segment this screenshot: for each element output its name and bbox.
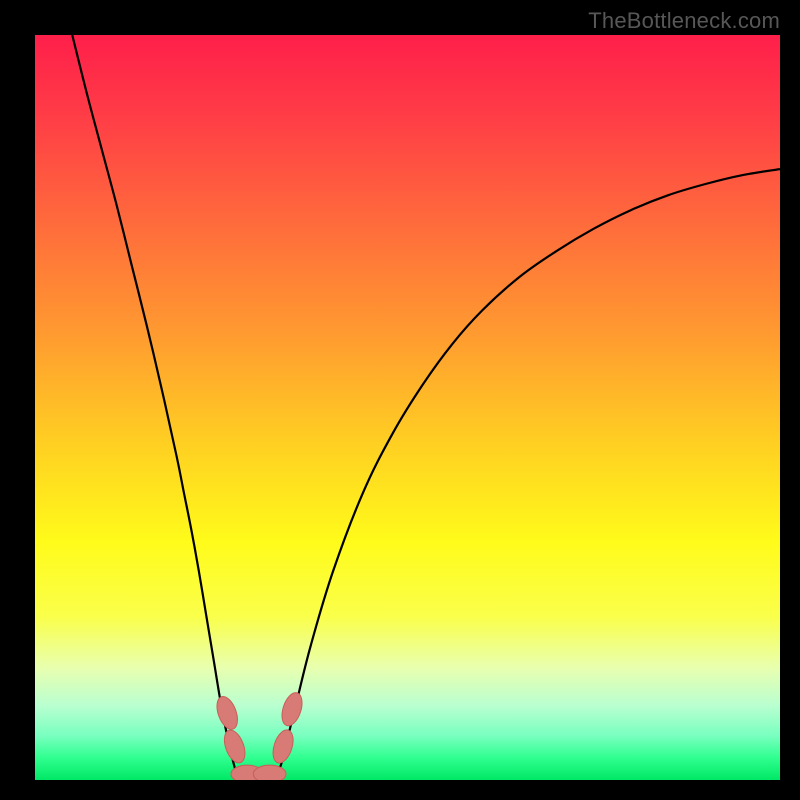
plot-area bbox=[35, 35, 780, 780]
watermark-text: TheBottleneck.com bbox=[588, 8, 780, 34]
marker-left-pair-bottom bbox=[220, 727, 249, 765]
curve-layer bbox=[35, 35, 780, 780]
marker-right-pair-bottom bbox=[269, 727, 297, 765]
markers-group bbox=[213, 690, 306, 780]
marker-right-pair-top bbox=[278, 690, 306, 728]
marker-bottom-right bbox=[253, 765, 286, 780]
bottleneck-curve bbox=[72, 35, 780, 780]
marker-left-pair-top bbox=[213, 694, 242, 732]
chart-frame: TheBottleneck.com bbox=[0, 0, 800, 800]
